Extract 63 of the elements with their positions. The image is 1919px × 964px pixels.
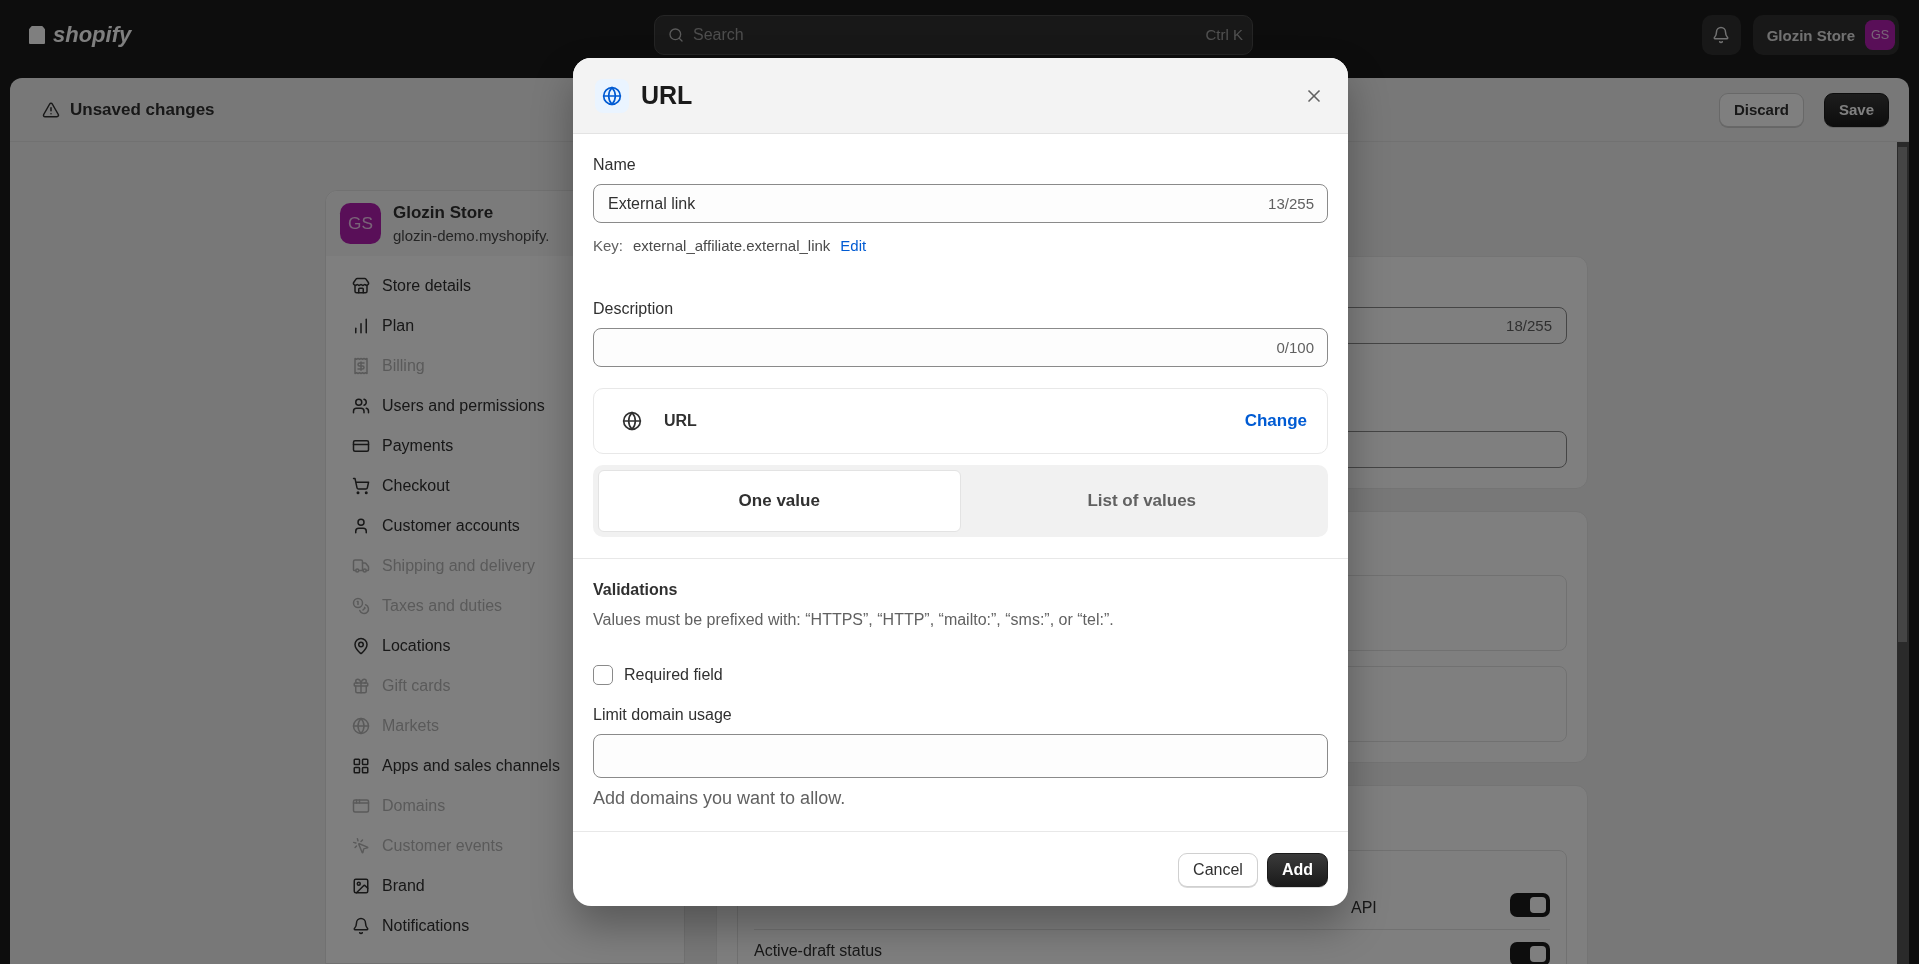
store-avatar: GS	[340, 203, 381, 244]
grid-icon	[352, 757, 370, 775]
scrollbar[interactable]	[1897, 142, 1909, 964]
help-text: Add domains you want to allow.	[593, 788, 847, 808]
warning-icon	[42, 100, 60, 119]
users-icon	[352, 397, 370, 415]
search-icon	[668, 27, 684, 43]
character-counter: 0/100	[1276, 339, 1314, 356]
description-field[interactable]	[593, 328, 1328, 367]
required-checkbox[interactable]	[593, 665, 613, 685]
globe-icon	[595, 78, 629, 113]
map-pin-icon	[352, 637, 370, 655]
globe-icon	[352, 717, 370, 735]
sidebar-item[interactable]: Notifications	[338, 906, 672, 946]
save-bar-title: Unsaved changes	[70, 99, 215, 120]
segment-tab[interactable]: One value	[598, 470, 961, 532]
receipt-icon	[352, 357, 370, 375]
bell-icon	[1712, 26, 1731, 44]
window-icon	[352, 797, 370, 815]
edit-link[interactable]: Edit	[840, 236, 867, 254]
character-counter: 18/255	[1506, 317, 1552, 334]
dialog-title: URL	[641, 81, 693, 110]
bar-chart-icon	[352, 317, 370, 335]
coins-icon	[352, 597, 370, 615]
bell-icon	[352, 917, 370, 935]
globe-icon	[622, 411, 642, 431]
save-button[interactable]: Save	[1823, 92, 1889, 127]
toggle-switch[interactable]	[1510, 942, 1550, 964]
segment-tab[interactable]: List of values	[960, 470, 1323, 532]
field-label: Name	[593, 156, 637, 174]
field-label: Description	[593, 300, 675, 318]
person-icon	[352, 517, 370, 535]
shortcut-hint: Ctrl K	[1205, 26, 1243, 43]
cart-icon	[352, 477, 370, 495]
truck-icon	[352, 557, 370, 575]
section-title: Validations	[593, 581, 679, 599]
field-label: Limit domain usage	[593, 706, 733, 724]
sidebar-item[interactable]: Locations	[338, 626, 672, 666]
validation-text: Values must be prefixed with: “HTTPS”, “HTTP”, “mailto:”, “sms:”, or “tel:”.	[593, 611, 1115, 629]
sidebar-item[interactable]: Apps and sales channels	[338, 746, 672, 786]
sidebar-item[interactable]: Brand	[338, 866, 672, 906]
key-value: external_affiliate.external_link	[633, 236, 831, 254]
image-icon	[352, 877, 370, 895]
notifications-button[interactable]	[1701, 15, 1741, 55]
change-link[interactable]: Change	[1244, 411, 1307, 431]
key-label: Key:	[593, 236, 623, 254]
discard-button[interactable]: Discard	[1718, 92, 1804, 127]
logo[interactable]: shopify	[53, 22, 132, 48]
toggle-switch[interactable]	[1510, 893, 1550, 917]
store-domain: glozin-demo.myshopify.	[393, 227, 550, 244]
cursor-click-icon	[352, 837, 370, 855]
row-label: API	[1351, 899, 1378, 917]
row-label: Active-draft status	[754, 942, 884, 960]
gift-icon	[352, 677, 370, 695]
store-icon	[352, 277, 370, 295]
credit-card-icon	[352, 437, 370, 455]
add-button[interactable]: Add	[1266, 853, 1328, 887]
checkbox-label: Required field	[624, 666, 723, 684]
domain-field[interactable]	[593, 734, 1328, 778]
store-button[interactable]: Glozin Store GS	[1752, 15, 1899, 55]
character-counter: 13/255	[1268, 195, 1314, 212]
cancel-button[interactable]: Cancel	[1178, 853, 1258, 887]
store-name: Glozin Store	[393, 203, 495, 223]
